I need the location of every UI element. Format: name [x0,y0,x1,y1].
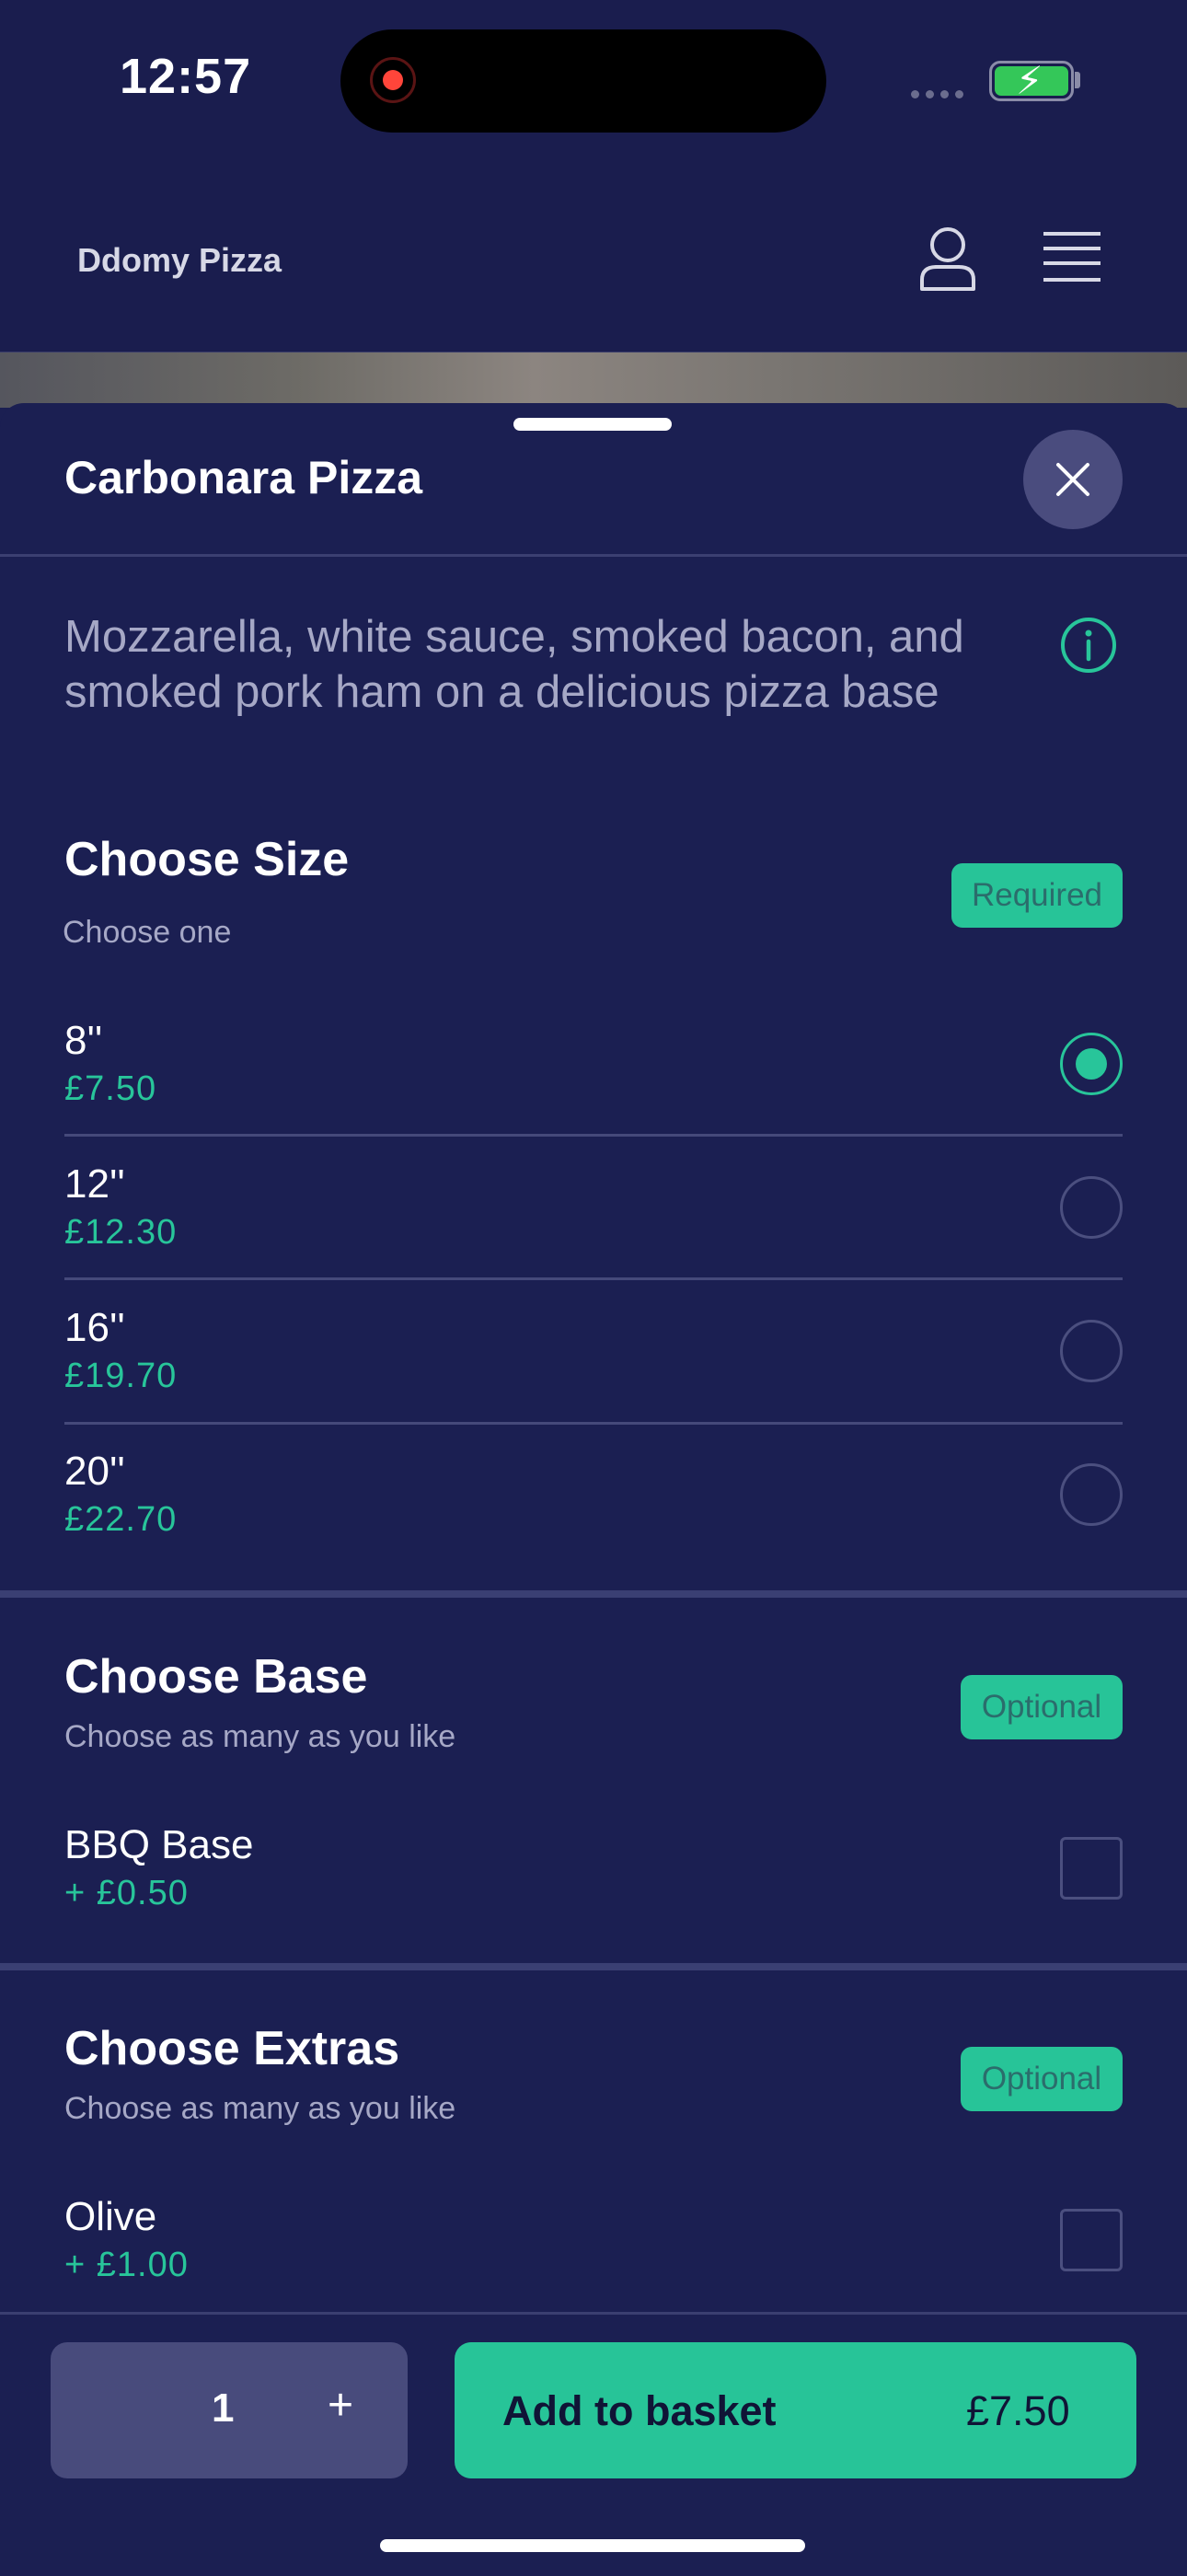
plus-icon[interactable]: + [328,2380,353,2431]
close-icon [1056,463,1089,496]
hero-image [0,352,1187,408]
size-option-name: 8'' [64,1018,103,1063]
size-section-subtitle: Choose one [63,915,232,950]
cellular-signal-icon [911,87,970,103]
size-option-name: 12'' [64,1161,125,1207]
size-option-price: £22.70 [64,1500,178,1539]
user-icon[interactable] [918,225,977,291]
required-badge: Required [951,863,1123,928]
status-time: 12:57 [120,49,252,104]
size-radio-selected[interactable] [1060,1033,1123,1095]
brand-name[interactable]: Ddomy Pizza [77,241,282,280]
section-separator [0,1963,1187,1970]
quantity-value: 1 [212,2385,235,2431]
size-radio[interactable] [1060,1176,1123,1239]
sheet-grabber[interactable] [513,418,672,431]
size-radio[interactable] [1060,1463,1123,1526]
recording-indicator-icon [370,57,416,103]
base-section-title: Choose Base [64,1650,368,1704]
info-icon[interactable] [1060,617,1117,674]
base-option-price: + £0.50 [64,1874,189,1912]
add-to-basket-price: £7.50 [966,2387,1070,2434]
base-checkbox[interactable] [1060,1837,1123,1900]
battery-tip [1075,72,1080,88]
optional-badge: Optional [961,1675,1123,1739]
base-option-name: BBQ Base [64,1822,254,1867]
extras-option-name: Olive [64,2194,157,2239]
base-section-subtitle: Choose as many as you like [64,1719,456,1754]
size-option-name: 20'' [64,1449,125,1494]
item-title: Carbonara Pizza [64,452,423,503]
extras-section-subtitle: Choose as many as you like [64,2091,456,2126]
size-option-name: 16'' [64,1305,125,1350]
size-option-price: £19.70 [64,1357,178,1395]
size-option-price: £12.30 [64,1213,178,1252]
size-section-title: Choose Size [64,833,350,886]
extras-checkbox[interactable] [1060,2209,1123,2271]
home-indicator [380,2539,805,2552]
add-to-basket-label: Add to basket [502,2387,777,2434]
menu-icon[interactable] [1042,230,1102,283]
size-radio[interactable] [1060,1320,1123,1382]
battery-icon: ⚡ [989,59,1074,102]
extras-option-price: + £1.00 [64,2246,189,2284]
divider [0,554,1187,557]
extras-section-title: Choose Extras [64,2022,400,2075]
section-separator [0,1590,1187,1598]
divider [64,1134,1123,1137]
close-button[interactable] [1023,430,1123,529]
divider [64,1277,1123,1280]
size-option-price: £7.50 [64,1069,157,1108]
divider [64,1422,1123,1425]
optional-badge: Optional [961,2047,1123,2111]
item-description: Mozzarella, white sauce, smoked bacon, a… [64,612,964,717]
